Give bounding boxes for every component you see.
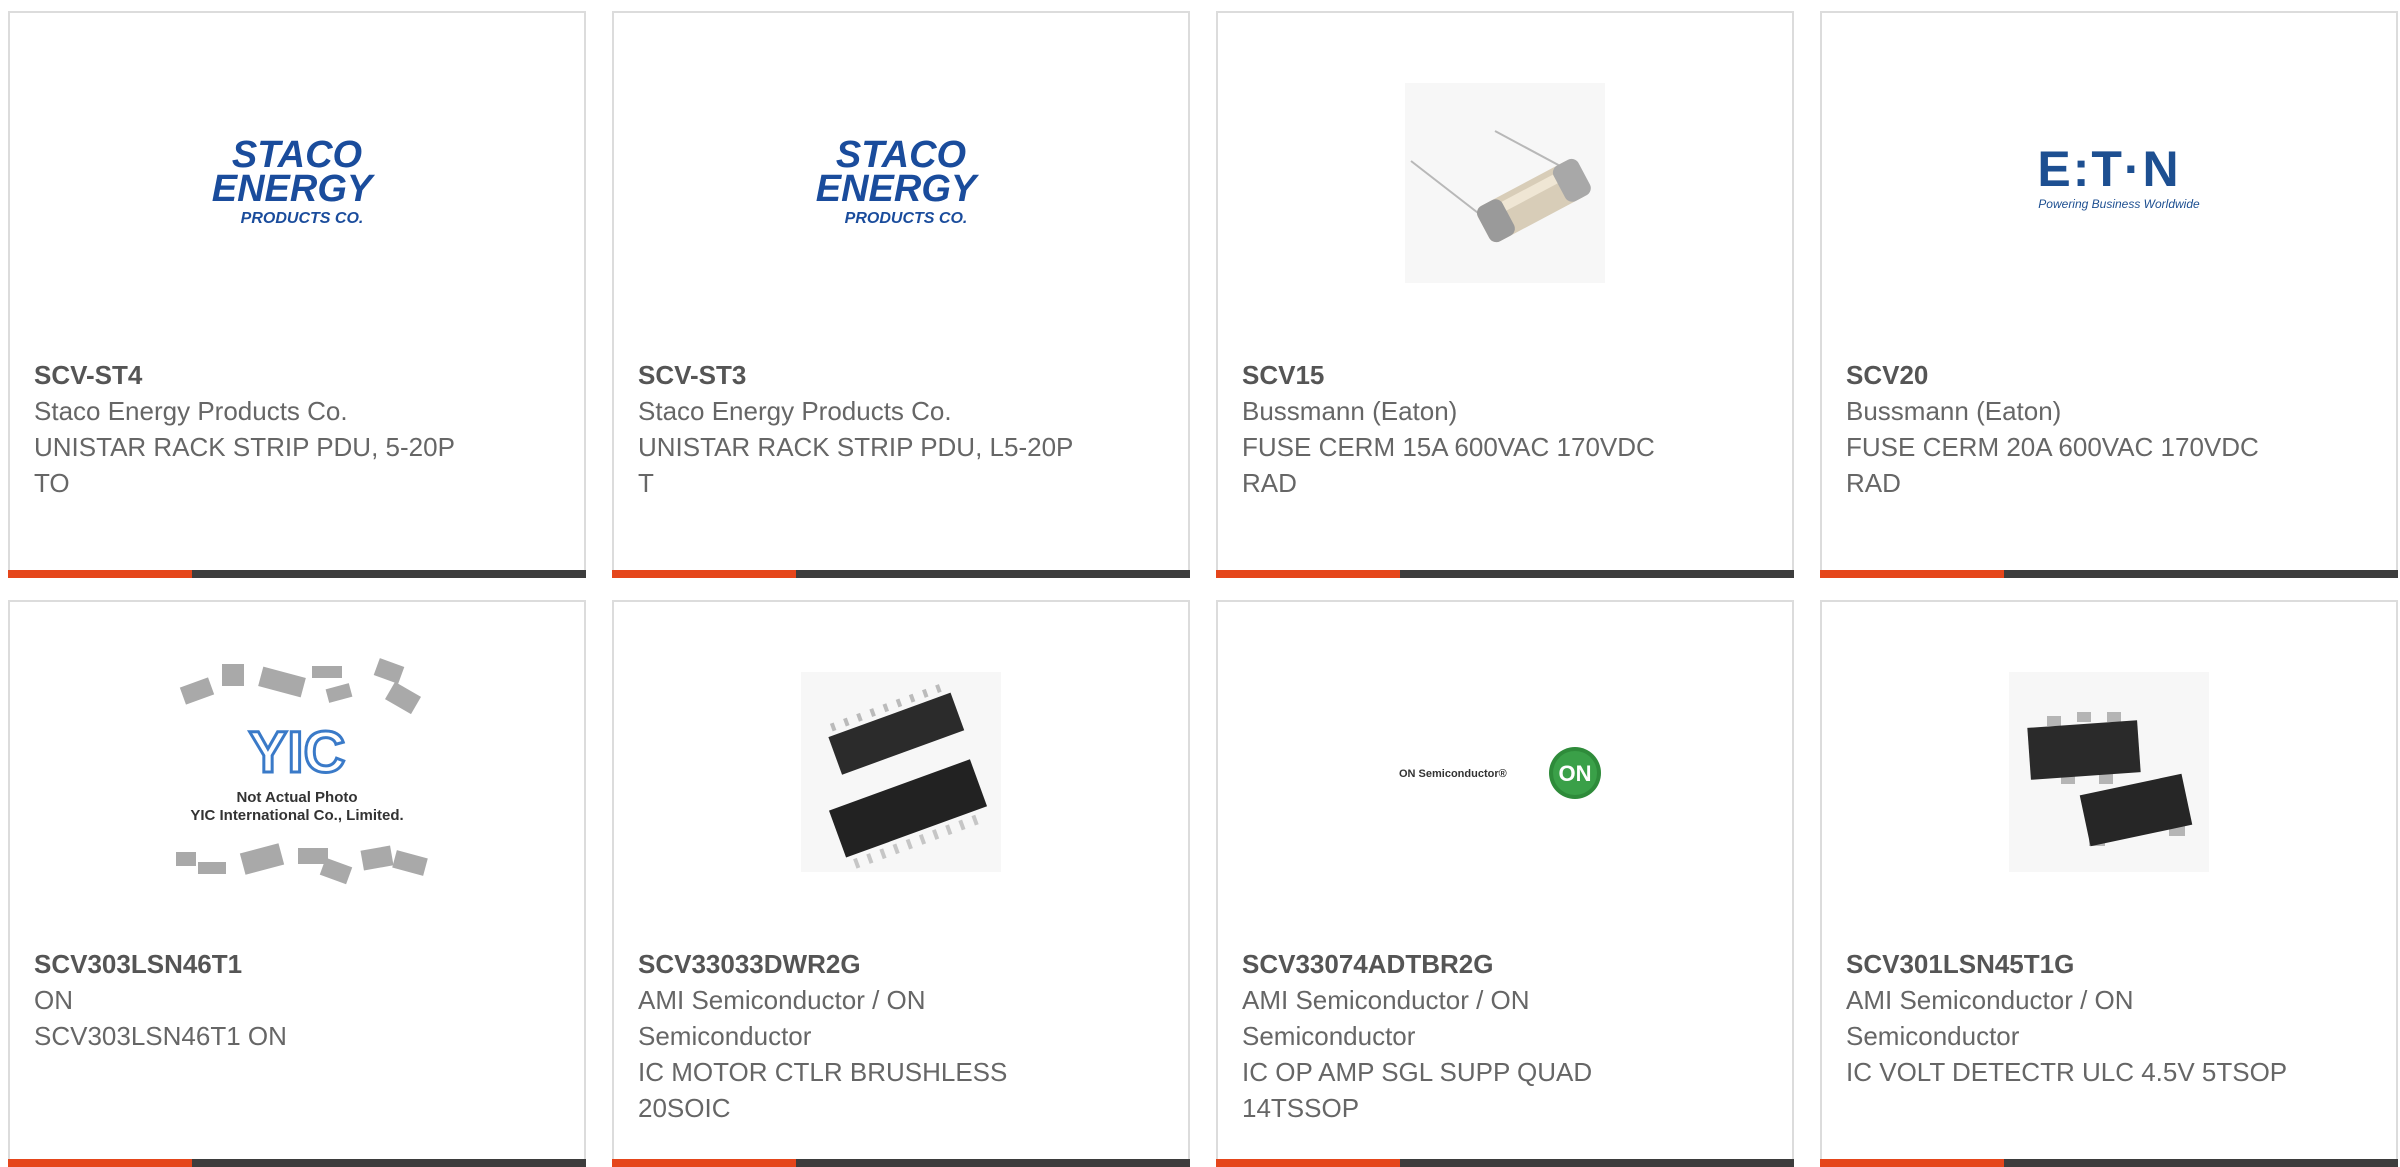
svg-text:PRODUCTS CO.: PRODUCTS CO. [845,210,968,227]
svg-text:Powering Business Worldwide: Powering Business Worldwide [2038,197,2200,211]
svg-text:ENERGY: ENERGY [212,168,376,210]
product-card[interactable]: SCV15 Bussmann (Eaton) FUSE CERM 15A 600… [1216,11,1794,578]
product-info: SCV-ST4 Staco Energy Products Co. UNISTA… [34,357,484,501]
part-number[interactable]: SCV303LSN46T1 [34,946,484,982]
manufacturer: Bussmann (Eaton) [1846,396,2062,426]
part-number[interactable]: SCV-ST4 [34,357,484,393]
product-card[interactable]: SCV301LSN45T1G AMI Semiconductor / ON Se… [1820,600,2398,1167]
card-accent-bar [612,1159,796,1167]
product-image-on-semi-logo[interactable]: ON Semiconductor® ON [1218,662,1792,882]
product-info: SCV301LSN45T1G AMI Semiconductor / ON Se… [1846,946,2296,1090]
card-footer-bar [1216,570,1794,578]
card-accent-bar [8,570,192,578]
chip-icon [801,672,1001,872]
product-image-soic-chip-photo[interactable] [614,662,1188,882]
manufacturer: AMI Semiconductor / ON Semiconductor [1846,985,2134,1051]
card-accent-bar [1216,570,1400,578]
card-accent-bar [8,1159,192,1167]
description: FUSE CERM 15A 600VAC 170VDC RAD [1242,432,1655,498]
part-number[interactable]: SCV33074ADTBR2G [1242,946,1692,982]
description: UNISTAR RACK STRIP PDU, 5-20P TO [34,432,455,498]
card-footer-bar [8,570,586,578]
card-footer-bar [1216,1159,1794,1167]
product-card[interactable]: STACO ENERGY PRODUCTS CO. SCV-ST4 Staco … [8,11,586,578]
card-footer-bar [1820,1159,2398,1167]
svg-text:Not Actual Photo: Not Actual Photo [236,789,357,806]
product-info: SCV303LSN46T1 ON SCV303LSN46T1 ON [34,946,484,1054]
manufacturer: ON [34,985,73,1015]
product-card[interactable]: STACO ENERGY PRODUCTS CO. SCV-ST3 Staco … [612,11,1190,578]
description: SCV303LSN46T1 ON [34,1021,287,1051]
product-card[interactable]: SCV33033DWR2G AMI Semiconductor / ON Sem… [612,600,1190,1167]
svg-text:PRODUCTS CO.: PRODUCTS CO. [241,210,364,227]
product-image-yic-placeholder[interactable]: YIC Not Actual Photo YIC International C… [10,658,584,885]
card-footer-bar [612,1159,1190,1167]
part-number[interactable]: SCV301LSN45T1G [1846,946,2296,982]
product-card[interactable]: E:T·N Powering Business Worldwide SCV20 … [1820,11,2398,578]
part-number[interactable]: SCV33033DWR2G [638,946,1088,982]
svg-text:YIC International Co., Limited: YIC International Co., Limited. [190,807,403,824]
description: IC VOLT DETECTR ULC 4.5V 5TSOP [1846,1057,2288,1087]
manufacturer: Staco Energy Products Co. [638,396,952,426]
card-accent-bar [1820,570,2004,578]
manufacturer: Bussmann (Eaton) [1242,396,1458,426]
card-footer-bar [1820,570,2398,578]
description: FUSE CERM 20A 600VAC 170VDC RAD [1846,432,2259,498]
svg-text:ENERGY: ENERGY [816,168,980,210]
card-accent-bar [1820,1159,2004,1167]
product-info: SCV20 Bussmann (Eaton) FUSE CERM 20A 600… [1846,357,2296,501]
product-info: SCV15 Bussmann (Eaton) FUSE CERM 15A 600… [1242,357,1692,501]
product-info: SCV-ST3 Staco Energy Products Co. UNISTA… [638,357,1088,501]
product-image-staco-logo[interactable]: STACO ENERGY PRODUCTS CO. [10,73,584,293]
svg-text:YIC: YIC [249,720,346,785]
manufacturer: AMI Semiconductor / ON Semiconductor [1242,985,1530,1051]
description: IC OP AMP SGL SUPP QUAD 14TSSOP [1242,1057,1593,1123]
part-number[interactable]: SCV15 [1242,357,1692,393]
card-accent-bar [1216,1159,1400,1167]
description: UNISTAR RACK STRIP PDU, L5-20P T [638,432,1073,498]
chip-icon [2009,672,2209,872]
product-image-tsop-chip-photo[interactable] [1822,662,2396,882]
fuse-icon [1405,83,1605,283]
product-info: SCV33074ADTBR2G AMI Semiconductor / ON S… [1242,946,1692,1126]
card-footer-bar [612,570,1190,578]
product-image-fuse-photo[interactable] [1218,73,1792,293]
part-number[interactable]: SCV-ST3 [638,357,1088,393]
product-image-eaton-logo[interactable]: E:T·N Powering Business Worldwide [1822,73,2396,293]
svg-text:E:T·N: E:T·N [2037,141,2180,197]
product-image-staco-logo[interactable]: STACO ENERGY PRODUCTS CO. [614,73,1188,293]
card-accent-bar [612,570,796,578]
product-card[interactable]: YIC Not Actual Photo YIC International C… [8,600,586,1167]
product-grid: STACO ENERGY PRODUCTS CO. SCV-ST4 Staco … [8,11,2398,1167]
svg-text:ON Semiconductor®: ON Semiconductor® [1399,768,1507,780]
product-info: SCV33033DWR2G AMI Semiconductor / ON Sem… [638,946,1088,1126]
description: IC MOTOR CTLR BRUSHLESS 20SOIC [638,1057,1008,1123]
product-card[interactable]: ON Semiconductor® ON SCV33074ADTBR2G AMI… [1216,600,1794,1167]
manufacturer: AMI Semiconductor / ON Semiconductor [638,985,926,1051]
manufacturer: Staco Energy Products Co. [34,396,348,426]
svg-text:ON: ON [1559,761,1592,786]
part-number[interactable]: SCV20 [1846,357,2296,393]
card-footer-bar [8,1159,586,1167]
